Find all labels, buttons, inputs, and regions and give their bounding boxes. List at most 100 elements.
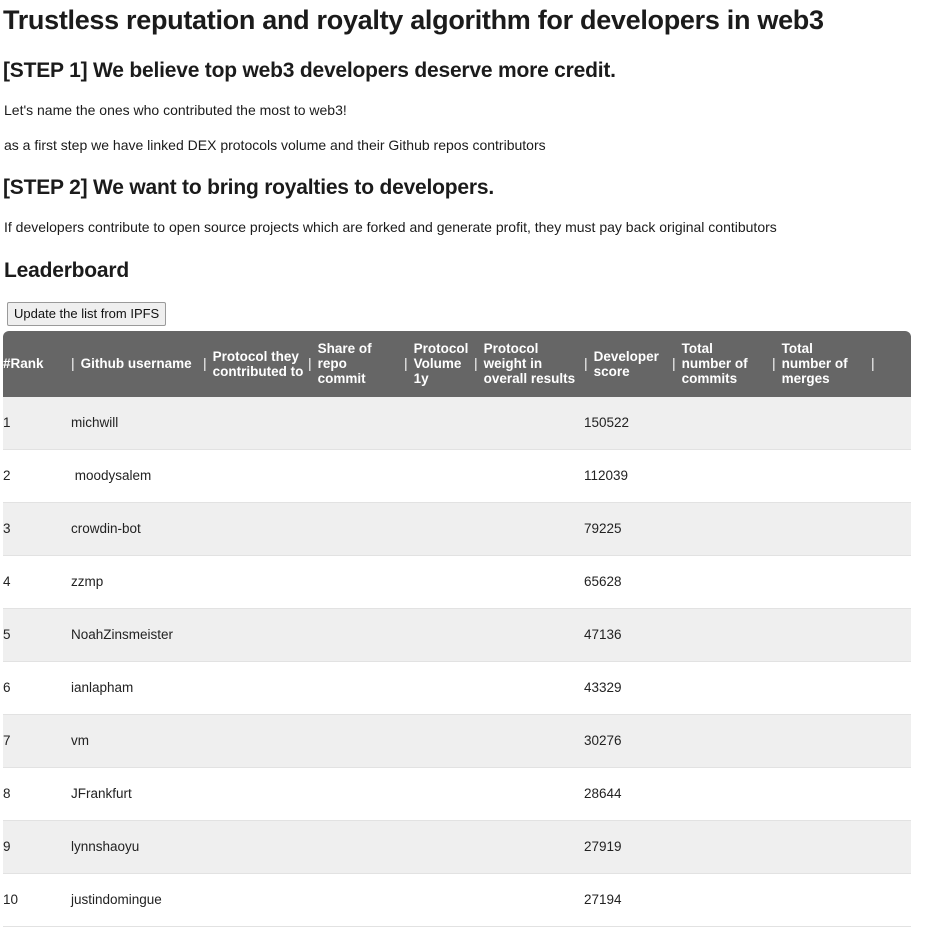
- cell-rank: 2: [3, 449, 71, 503]
- cell-weight: [474, 661, 584, 715]
- cell-weight: [474, 608, 584, 662]
- cell-weight: [474, 502, 584, 556]
- cell-tail: [871, 714, 911, 768]
- column-separator-icon: |: [871, 355, 875, 371]
- column-header-label: Protocol weight in overall results: [483, 341, 576, 386]
- column-header-vol[interactable]: | Protocol Volume 1y: [404, 331, 474, 397]
- cell-commits: [672, 397, 772, 450]
- column-separator-icon: |: [308, 355, 312, 371]
- column-header-dev[interactable]: | Developer score: [584, 331, 672, 397]
- cell-proto: [203, 820, 308, 874]
- cell-proto: [203, 714, 308, 768]
- cell-rank: 7: [3, 714, 71, 768]
- cell-user: lynnshaoyu: [71, 820, 203, 874]
- column-header-commits[interactable]: | Total number of commits: [672, 331, 772, 397]
- column-separator-icon: |: [404, 355, 408, 371]
- cell-dev: 112039: [584, 449, 672, 503]
- cell-merges: [772, 397, 871, 450]
- cell-dev: 27919: [584, 820, 672, 874]
- cell-merges: [772, 608, 871, 662]
- column-header-weight[interactable]: | Protocol weight in overall results: [474, 331, 584, 397]
- leaderboard-toolbar: Update the list from IPFS: [7, 302, 949, 326]
- column-separator-icon: |: [203, 355, 207, 371]
- column-header-label: Protocol Volume 1y: [413, 341, 469, 386]
- table-row[interactable]: 4 zzmp 65628: [3, 555, 911, 609]
- cell-dev: 43329: [584, 661, 672, 715]
- cell-proto: [203, 502, 308, 556]
- table-row[interactable]: 1 michwill 150522: [3, 397, 911, 450]
- column-header-label: Share of repo commit: [317, 341, 372, 386]
- cell-tail: [871, 608, 911, 662]
- table-row[interactable]: 8 JFrankfurt 28644: [3, 767, 911, 821]
- cell-proto: [203, 873, 308, 927]
- table-row[interactable]: 9 lynnshaoyu 27919: [3, 820, 911, 874]
- cell-tail: [871, 449, 911, 503]
- cell-rank: 4: [3, 555, 71, 609]
- cell-user: justindomingue: [71, 873, 203, 927]
- table-row[interactable]: 3 crowdin-bot 79225: [3, 502, 911, 556]
- table-row[interactable]: 10 justindomingue 27194: [3, 873, 911, 927]
- column-header-merges[interactable]: | Total number of merges: [772, 331, 871, 397]
- cell-tail: [871, 397, 911, 450]
- cell-proto: [203, 449, 308, 503]
- cell-commits: [672, 555, 772, 609]
- step2-heading: [STEP 2] We want to bring royalties to d…: [3, 176, 494, 199]
- column-header-proto[interactable]: | Protocol they contributed to: [203, 331, 308, 397]
- cell-rank: 5: [3, 608, 71, 662]
- column-header-share[interactable]: | Share of repo commit: [308, 331, 404, 397]
- column-header-tail[interactable]: |: [871, 331, 911, 397]
- cell-user: JFrankfurt: [71, 767, 203, 821]
- cell-commits: [672, 449, 772, 503]
- page-title: Trustless reputation and royalty algorit…: [3, 5, 824, 35]
- cell-vol: [404, 661, 474, 715]
- page-root: Trustless reputation and royalty algorit…: [0, 3, 949, 927]
- step2-paragraph-1: If developers contribute to open source …: [4, 219, 777, 235]
- cell-share: [308, 873, 404, 927]
- cell-proto: [203, 555, 308, 609]
- cell-tail: [871, 502, 911, 556]
- table-row[interactable]: 5 NoahZinsmeister 47136: [3, 608, 911, 662]
- column-header-label: Total number of commits: [681, 341, 748, 386]
- column-header-user[interactable]: | Github username: [71, 331, 203, 397]
- cell-rank: 6: [3, 661, 71, 715]
- cell-commits: [672, 661, 772, 715]
- cell-commits: [672, 767, 772, 821]
- cell-user: vm: [71, 714, 203, 768]
- table-row[interactable]: 7 vm 30276: [3, 714, 911, 768]
- column-header-label: Developer score: [593, 348, 659, 379]
- cell-merges: [772, 767, 871, 821]
- table-row[interactable]: 2 moodysalem 112039: [3, 449, 911, 503]
- step1-heading: [STEP 1] We believe top web3 developers …: [3, 59, 616, 82]
- cell-vol: [404, 820, 474, 874]
- cell-commits: [672, 873, 772, 927]
- cell-user: moodysalem: [71, 449, 203, 503]
- cell-share: [308, 449, 404, 503]
- cell-vol: [404, 555, 474, 609]
- cell-commits: [672, 820, 772, 874]
- update-list-from-ipfs-button[interactable]: Update the list from IPFS: [7, 302, 167, 326]
- leaderboard-table: #Rank | Github username | Protocol they cont…: [3, 331, 911, 927]
- cell-share: [308, 714, 404, 768]
- cell-proto: [203, 767, 308, 821]
- cell-share: [308, 608, 404, 662]
- column-header-label: Github username: [80, 356, 192, 371]
- cell-merges: [772, 449, 871, 503]
- cell-rank: 8: [3, 767, 71, 821]
- column-header-label: #Rank: [3, 356, 44, 371]
- cell-vol: [404, 767, 474, 821]
- cell-dev: 27194: [584, 873, 672, 927]
- table-row[interactable]: 6 ianlapham 43329: [3, 661, 911, 715]
- cell-weight: [474, 820, 584, 874]
- table-header-row: #Rank | Github username | Protocol they cont…: [3, 331, 911, 397]
- cell-share: [308, 767, 404, 821]
- column-header-label: Total number of merges: [781, 341, 848, 386]
- cell-user: michwill: [71, 397, 203, 450]
- cell-dev: 65628: [584, 555, 672, 609]
- cell-proto: [203, 661, 308, 715]
- cell-tail: [871, 661, 911, 715]
- cell-rank: 10: [3, 873, 71, 927]
- cell-dev: 79225: [584, 502, 672, 556]
- cell-share: [308, 397, 404, 450]
- cell-weight: [474, 397, 584, 450]
- column-header-rank[interactable]: #Rank: [3, 331, 71, 397]
